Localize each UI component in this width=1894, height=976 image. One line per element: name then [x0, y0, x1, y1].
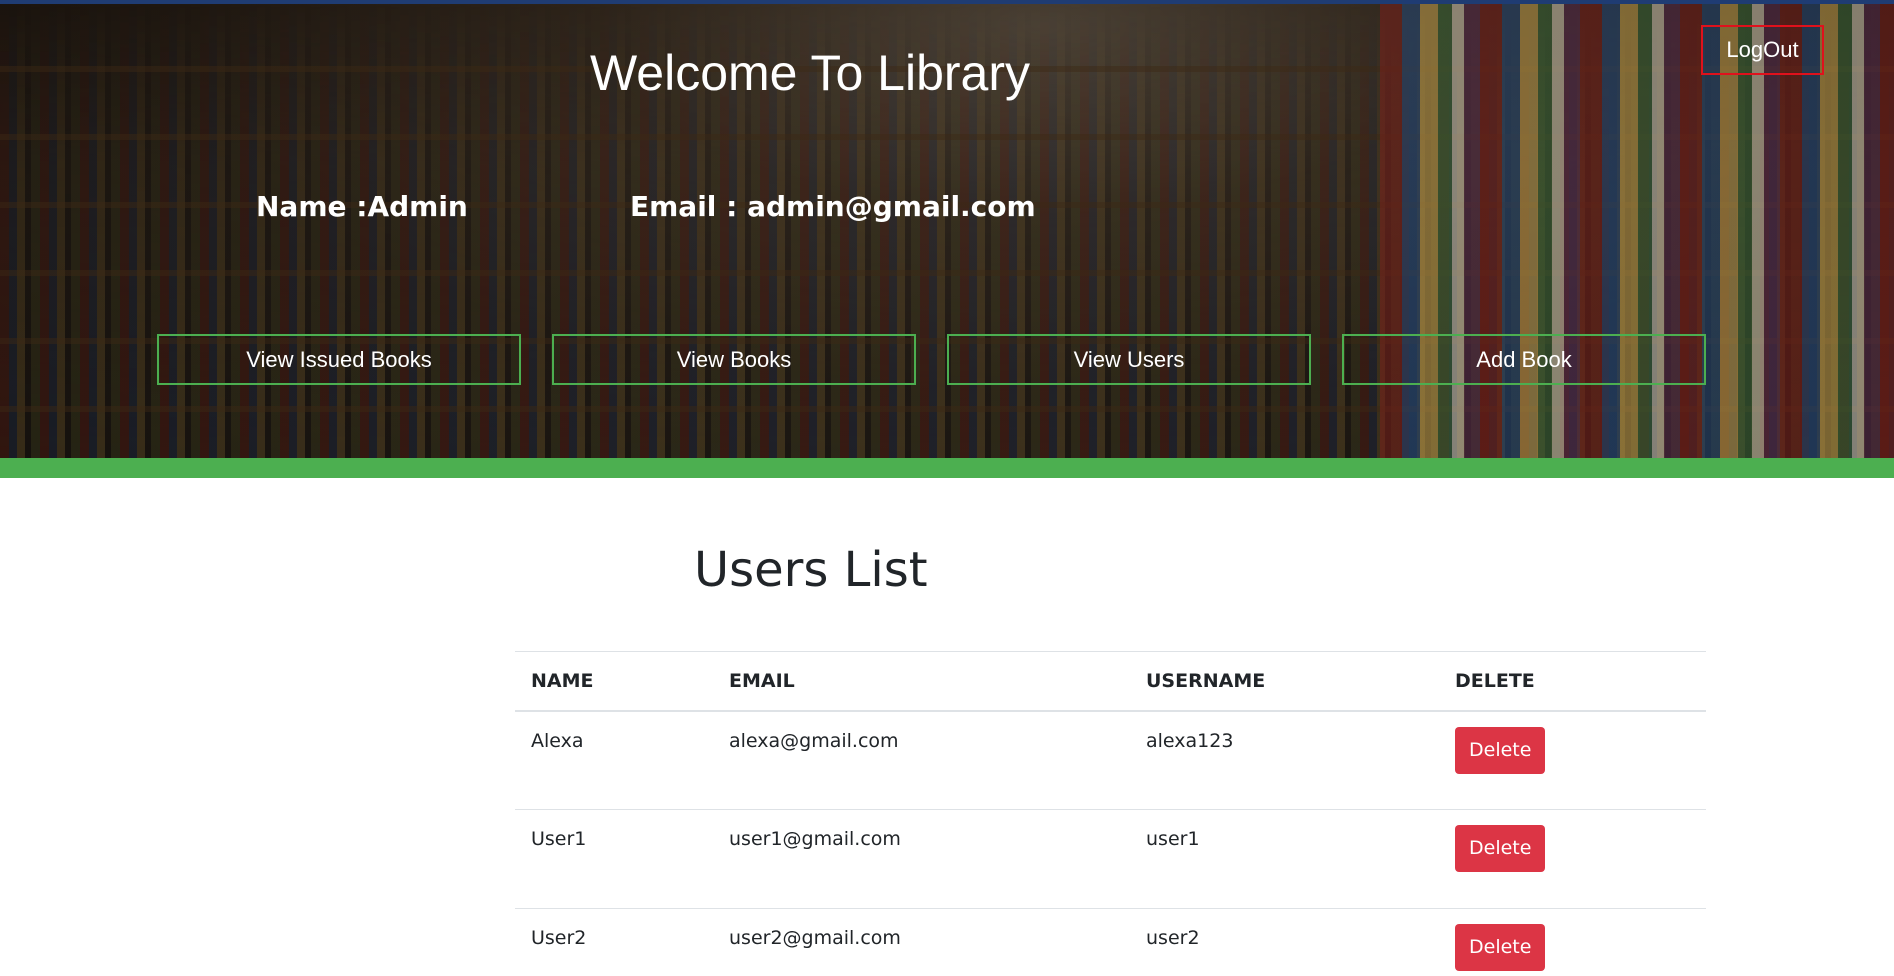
users-table: NAME EMAIL USERNAME DELETE Alexa alexa@g…	[515, 651, 1706, 976]
cell-name: User1	[515, 809, 713, 909]
cell-delete: Delete	[1439, 908, 1706, 976]
column-header-name: NAME	[515, 651, 713, 712]
users-list-title: Users List	[694, 542, 928, 598]
cell-email: user1@gmail.com	[713, 809, 1130, 909]
cell-name: User2	[515, 908, 713, 976]
table-row: User1 user1@gmail.com user1 Delete	[515, 809, 1706, 909]
user-name: Name :Admin	[256, 190, 468, 223]
cell-username: alexa123	[1146, 729, 1234, 752]
cell-delete: Delete	[1439, 711, 1706, 810]
view-books-button[interactable]: View Books	[552, 334, 916, 385]
delete-button[interactable]: Delete	[1455, 924, 1546, 971]
cell-username: user1	[1130, 809, 1439, 909]
table-row: User2 user2@gmail.com user2 Delete	[515, 908, 1706, 976]
cell-email: user2@gmail.com	[713, 908, 1130, 976]
cell-username: user2	[1130, 908, 1439, 976]
table-header-row: NAME EMAIL USERNAME DELETE	[515, 651, 1706, 712]
cell-email: alexa@gmail.com	[729, 729, 899, 752]
add-book-button[interactable]: Add Book	[1342, 334, 1706, 385]
column-header-username: USERNAME	[1130, 651, 1439, 712]
logout-button[interactable]: LogOut	[1701, 25, 1824, 75]
divider-bar	[0, 458, 1894, 478]
view-issued-books-button[interactable]: View Issued Books	[157, 334, 521, 385]
view-users-button[interactable]: View Users	[947, 334, 1311, 385]
cell-name: Alexa	[531, 729, 584, 752]
page-title: Welcome To Library	[590, 45, 1030, 101]
delete-button[interactable]: Delete	[1455, 825, 1546, 872]
table-row: Alexa alexa@gmail.com alexa123 Delete	[515, 711, 1706, 810]
cell-delete: Delete	[1439, 809, 1706, 909]
column-header-email: EMAIL	[713, 651, 1130, 712]
user-email: Email : admin@gmail.com	[630, 190, 1036, 223]
column-header-delete: DELETE	[1439, 651, 1706, 712]
delete-button[interactable]: Delete	[1455, 726, 1546, 774]
